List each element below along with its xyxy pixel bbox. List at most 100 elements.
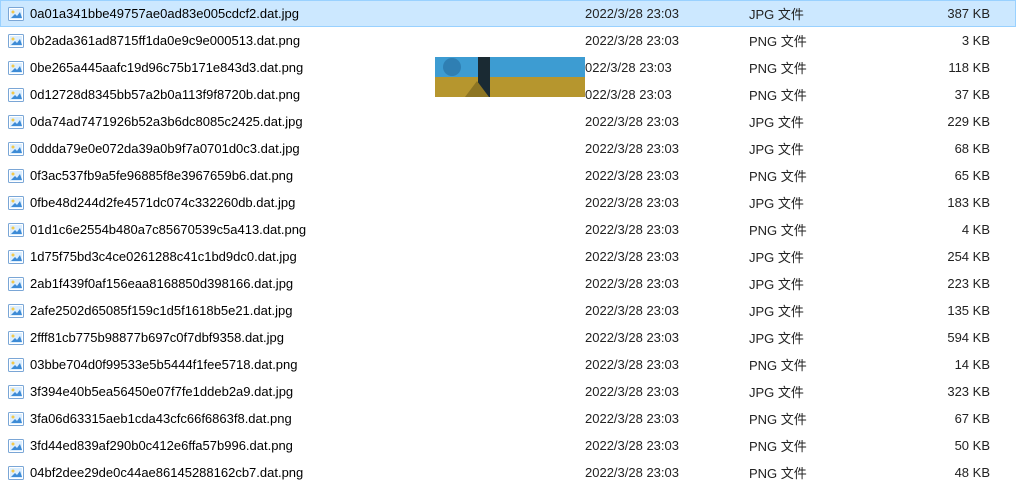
file-name: 0a01a341bbe49757ae0ad83e005cdcf2.dat.jpg <box>30 6 585 21</box>
file-size: 223 KB <box>909 276 1010 291</box>
file-type: JPG 文件 <box>749 328 909 347</box>
image-file-icon <box>8 195 24 211</box>
file-date: 2022/3/28 23:03 <box>585 195 749 210</box>
file-type: PNG 文件 <box>749 31 909 50</box>
file-row[interactable]: 2ab1f439f0af156eaa8168850d398166.dat.jpg… <box>0 270 1016 297</box>
file-name: 3fd44ed839af290b0c412e6ffa57b996.dat.png <box>30 438 585 453</box>
file-row[interactable]: 0a01a341bbe49757ae0ad83e005cdcf2.dat.jpg… <box>0 0 1016 27</box>
file-date: 022/3/28 23:03 <box>585 60 749 75</box>
file-row[interactable]: 0d12728d8345bb57a2b0a113f9f8720b.dat.png… <box>0 81 1016 108</box>
file-name: 0f3ac537fb9a5fe96885f8e3967659b6.dat.png <box>30 168 585 183</box>
image-file-icon <box>8 141 24 157</box>
image-file-icon <box>8 303 24 319</box>
file-date: 2022/3/28 23:03 <box>585 303 749 318</box>
file-row[interactable]: 3f394e40b5ea56450e07f7fe1ddeb2a9.dat.jpg… <box>0 378 1016 405</box>
file-row[interactable]: 01d1c6e2554b480a7c85670539c5a413.dat.png… <box>0 216 1016 243</box>
file-row[interactable]: 3fd44ed839af290b0c412e6ffa57b996.dat.png… <box>0 432 1016 459</box>
file-size: 48 KB <box>909 465 1010 480</box>
file-date: 022/3/28 23:03 <box>585 87 749 102</box>
file-name: 0d12728d8345bb57a2b0a113f9f8720b.dat.png <box>30 87 585 102</box>
file-type: PNG 文件 <box>749 58 909 77</box>
file-row[interactable]: 2afe2502d65085f159c1d5f1618b5e21.dat.jpg… <box>0 297 1016 324</box>
file-row[interactable]: 2fff81cb775b98877b697c0f7dbf9358.dat.jpg… <box>0 324 1016 351</box>
file-date: 2022/3/28 23:03 <box>585 438 749 453</box>
file-type: PNG 文件 <box>749 463 909 482</box>
file-type: JPG 文件 <box>749 4 909 23</box>
file-size: 254 KB <box>909 249 1010 264</box>
file-name: 2fff81cb775b98877b697c0f7dbf9358.dat.jpg <box>30 330 585 345</box>
file-list[interactable]: 0a01a341bbe49757ae0ad83e005cdcf2.dat.jpg… <box>0 0 1016 503</box>
file-date: 2022/3/28 23:03 <box>585 249 749 264</box>
file-name: 0b2ada361ad8715ff1da0e9c9e000513.dat.png <box>30 33 585 48</box>
file-size: 118 KB <box>909 60 1010 75</box>
file-date: 2022/3/28 23:03 <box>585 357 749 372</box>
image-file-icon <box>8 384 24 400</box>
file-type: JPG 文件 <box>749 112 909 131</box>
file-size: 4 KB <box>909 222 1010 237</box>
file-date: 2022/3/28 23:03 <box>585 33 749 48</box>
file-date: 2022/3/28 23:03 <box>585 222 749 237</box>
file-size: 387 KB <box>909 6 1010 21</box>
image-file-icon <box>8 6 24 22</box>
file-type: PNG 文件 <box>749 409 909 428</box>
file-name: 01d1c6e2554b480a7c85670539c5a413.dat.png <box>30 222 585 237</box>
file-date: 2022/3/28 23:03 <box>585 384 749 399</box>
file-size: 3 KB <box>909 33 1010 48</box>
file-row[interactable]: 0be265a445aafc19d96c75b171e843d3.dat.png… <box>0 54 1016 81</box>
image-file-icon <box>8 60 24 76</box>
file-date: 2022/3/28 23:03 <box>585 411 749 426</box>
file-row[interactable]: 0da74ad7471926b52a3b6dc8085c2425.dat.jpg… <box>0 108 1016 135</box>
file-row[interactable]: 0f3ac537fb9a5fe96885f8e3967659b6.dat.png… <box>0 162 1016 189</box>
file-date: 2022/3/28 23:03 <box>585 6 749 21</box>
file-type: JPG 文件 <box>749 247 909 266</box>
file-row[interactable]: 0ddda79e0e072da39a0b9f7a0701d0c3.dat.jpg… <box>0 135 1016 162</box>
image-file-icon <box>8 465 24 481</box>
file-type: JPG 文件 <box>749 274 909 293</box>
file-size: 594 KB <box>909 330 1010 345</box>
image-file-icon <box>8 357 24 373</box>
file-name: 1d75f75bd3c4ce0261288c41c1bd9dc0.dat.jpg <box>30 249 585 264</box>
image-file-icon <box>8 276 24 292</box>
file-size: 135 KB <box>909 303 1010 318</box>
image-file-icon <box>8 114 24 130</box>
file-type: PNG 文件 <box>749 166 909 185</box>
file-size: 183 KB <box>909 195 1010 210</box>
file-type: PNG 文件 <box>749 436 909 455</box>
file-size: 37 KB <box>909 87 1010 102</box>
file-type: JPG 文件 <box>749 193 909 212</box>
file-date: 2022/3/28 23:03 <box>585 465 749 480</box>
file-date: 2022/3/28 23:03 <box>585 168 749 183</box>
file-date: 2022/3/28 23:03 <box>585 141 749 156</box>
file-name: 03bbe704d0f99533e5b5444f1fee5718.dat.png <box>30 357 585 372</box>
file-type: PNG 文件 <box>749 85 909 104</box>
image-file-icon <box>8 222 24 238</box>
image-file-icon <box>8 438 24 454</box>
file-size: 323 KB <box>909 384 1010 399</box>
file-name: 3f394e40b5ea56450e07f7fe1ddeb2a9.dat.jpg <box>30 384 585 399</box>
file-size: 14 KB <box>909 357 1010 372</box>
file-row[interactable]: 1d75f75bd3c4ce0261288c41c1bd9dc0.dat.jpg… <box>0 243 1016 270</box>
image-file-icon <box>8 87 24 103</box>
file-type: JPG 文件 <box>749 139 909 158</box>
file-size: 68 KB <box>909 141 1010 156</box>
file-date: 2022/3/28 23:03 <box>585 114 749 129</box>
file-row[interactable]: 0fbe48d244d2fe4571dc074c332260db.dat.jpg… <box>0 189 1016 216</box>
file-size: 229 KB <box>909 114 1010 129</box>
image-file-icon <box>8 33 24 49</box>
file-name: 0ddda79e0e072da39a0b9f7a0701d0c3.dat.jpg <box>30 141 585 156</box>
file-row[interactable]: 04bf2dee29de0c44ae86145288162cb7.dat.png… <box>0 459 1016 486</box>
image-file-icon <box>8 168 24 184</box>
file-date: 2022/3/28 23:03 <box>585 276 749 291</box>
file-name: 0da74ad7471926b52a3b6dc8085c2425.dat.jpg <box>30 114 585 129</box>
file-name: 3fa06d63315aeb1cda43cfc66f6863f8.dat.png <box>30 411 585 426</box>
file-date: 2022/3/28 23:03 <box>585 330 749 345</box>
file-name: 04bf2dee29de0c44ae86145288162cb7.dat.png <box>30 465 585 480</box>
image-file-icon <box>8 330 24 346</box>
file-name: 2afe2502d65085f159c1d5f1618b5e21.dat.jpg <box>30 303 585 318</box>
file-row[interactable]: 0b2ada361ad8715ff1da0e9c9e000513.dat.png… <box>0 27 1016 54</box>
file-row[interactable]: 03bbe704d0f99533e5b5444f1fee5718.dat.png… <box>0 351 1016 378</box>
file-type: JPG 文件 <box>749 301 909 320</box>
file-type: PNG 文件 <box>749 220 909 239</box>
file-size: 50 KB <box>909 438 1010 453</box>
file-row[interactable]: 3fa06d63315aeb1cda43cfc66f6863f8.dat.png… <box>0 405 1016 432</box>
